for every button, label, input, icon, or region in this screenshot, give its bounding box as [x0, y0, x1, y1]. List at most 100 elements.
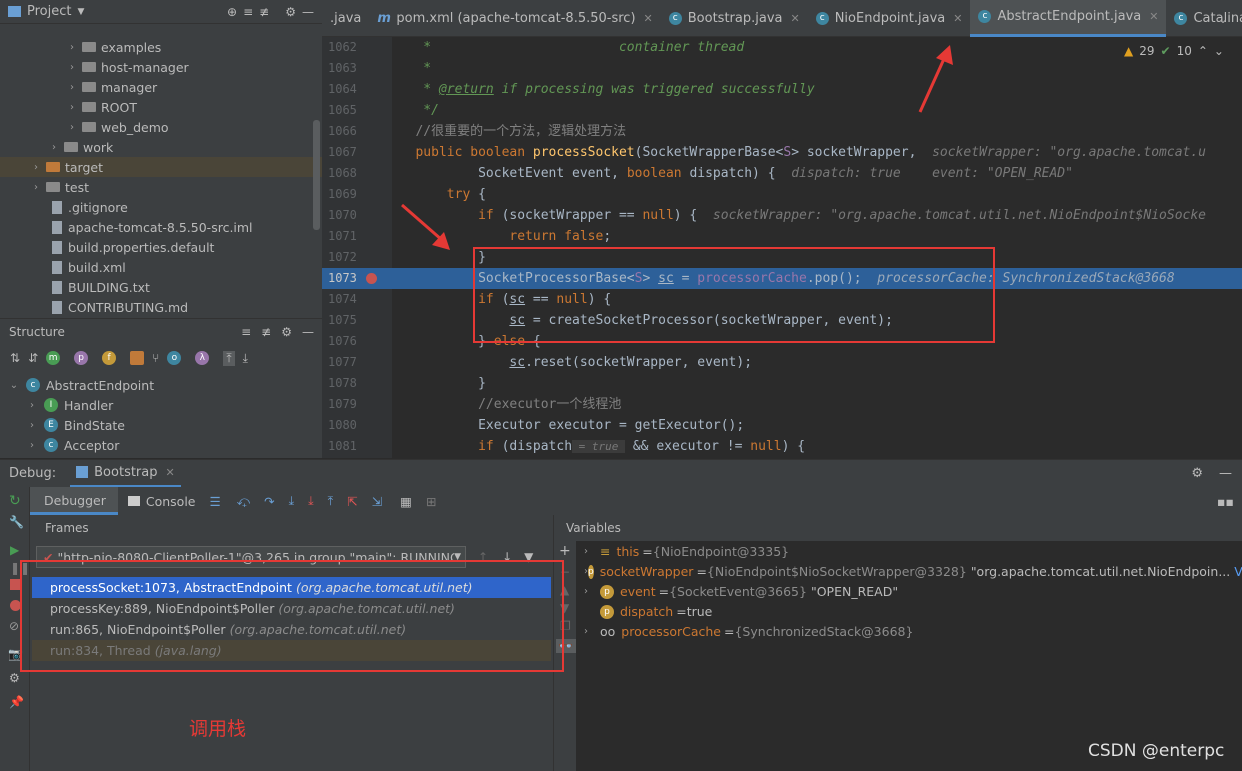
- chevron-right-icon[interactable]: ›: [26, 420, 38, 431]
- line-number[interactable]: 1078: [322, 373, 392, 394]
- show-fields-icon[interactable]: f: [102, 351, 117, 365]
- tree-item-apache-tomcat-8-5-50-src-iml[interactable]: apache-tomcat-8.5.50-src.iml: [0, 217, 322, 237]
- expand-all-icon[interactable]: ≡: [241, 325, 251, 339]
- tree-item-host-manager[interactable]: › host-manager: [0, 57, 322, 77]
- line-number[interactable]: 1079: [322, 394, 392, 415]
- tree-item-examples[interactable]: › examples: [0, 37, 322, 57]
- line-number[interactable]: 1063: [322, 58, 392, 79]
- show-inherited-icon[interactable]: m: [46, 351, 61, 365]
- tree-item-target[interactable]: › target: [0, 157, 322, 177]
- line-number[interactable]: 1075: [322, 310, 392, 331]
- tree-item-gitignore[interactable]: .gitignore: [0, 197, 322, 217]
- gear-icon[interactable]: ⚙: [281, 325, 292, 339]
- close-icon[interactable]: ✕: [953, 12, 962, 25]
- chevron-right-icon[interactable]: ›: [66, 62, 78, 73]
- run-to-cursor-icon[interactable]: ⇲: [372, 494, 382, 509]
- chevron-right-icon[interactable]: ›: [66, 82, 78, 93]
- line-number[interactable]: 1066: [322, 121, 392, 142]
- step-into-icon[interactable]: ⤓: [289, 493, 295, 509]
- line-number[interactable]: 1073: [322, 268, 392, 289]
- line-number[interactable]: 1072: [322, 247, 392, 268]
- sort-type-icon[interactable]: ⇵: [28, 351, 38, 365]
- resume-icon[interactable]: ▶: [10, 543, 29, 557]
- hierarchy-icon[interactable]: ⑂: [152, 351, 159, 365]
- minimize-icon[interactable]: —: [302, 325, 314, 339]
- layout-icon[interactable]: ▪▪: [1217, 494, 1234, 509]
- chevron-down-icon[interactable]: ⌄: [1214, 44, 1224, 58]
- close-icon[interactable]: ✕: [790, 12, 799, 25]
- chevron-right-icon[interactable]: ›: [30, 182, 42, 193]
- collapse-all-icon[interactable]: ≢: [261, 325, 271, 339]
- close-icon[interactable]: ✕: [1149, 10, 1158, 23]
- new-watch-icon[interactable]: +: [559, 543, 576, 559]
- settings-icon[interactable]: ⚙: [9, 671, 29, 685]
- expand-all-icon[interactable]: ≡: [243, 5, 253, 19]
- close-icon[interactable]: ✕: [644, 12, 653, 25]
- locate-icon[interactable]: ⊕: [227, 5, 237, 19]
- editor-tab[interactable]: c AbstractEndpoint.java ✕: [970, 0, 1167, 37]
- lambda-icon[interactable]: λ: [195, 351, 210, 365]
- evaluate-expression-icon[interactable]: ▦: [400, 494, 412, 509]
- tree-item-manager[interactable]: › manager: [0, 77, 322, 97]
- show-properties-icon[interactable]: p: [74, 351, 89, 365]
- trace-stream-icon[interactable]: ⊞: [426, 494, 436, 509]
- variable-row[interactable]: › oo processorCache = {SynchronizedStack@36…: [584, 622, 1239, 642]
- tab-overflow[interactable]: ⌄: [1218, 12, 1228, 26]
- line-number[interactable]: 1071: [322, 226, 392, 247]
- line-number[interactable]: 1076: [322, 331, 392, 352]
- line-number[interactable]: 1068: [322, 163, 392, 184]
- chevron-right-icon[interactable]: ›: [584, 622, 600, 642]
- editor-tab[interactable]: cCatalina.java✕: [1166, 0, 1242, 37]
- editor-tab[interactable]: m pom.xml (apache-tomcat-8.5.50-src) ✕: [369, 0, 660, 37]
- chevron-right-icon[interactable]: ›: [66, 42, 78, 53]
- drop-frame-icon[interactable]: ⇱: [347, 494, 357, 509]
- chevron-right-icon[interactable]: ›: [584, 582, 600, 602]
- project-title[interactable]: Project: [27, 4, 71, 19]
- chevron-right-icon[interactable]: ›: [30, 162, 42, 173]
- line-number[interactable]: 1080: [322, 415, 392, 436]
- minimize-icon[interactable]: —: [302, 5, 314, 19]
- gear-icon[interactable]: ⚙: [1191, 466, 1203, 481]
- chevron-right-icon[interactable]: ›: [66, 122, 78, 133]
- sort-alpha-icon[interactable]: ⇅: [10, 351, 20, 365]
- tree-item-web-demo[interactable]: › web_demo: [0, 117, 322, 137]
- chevron-right-icon[interactable]: ›: [66, 102, 78, 113]
- tree-item-work[interactable]: › work: [0, 137, 322, 157]
- line-number[interactable]: 1069: [322, 184, 392, 205]
- structure-item[interactable]: › c Acceptor: [0, 435, 322, 455]
- variable-row[interactable]: › p socketWrapper = {NioEndpoint$NioSocketW…: [584, 562, 1242, 582]
- run-config-tab[interactable]: Bootstrap ✕: [70, 460, 181, 488]
- chevron-down-icon[interactable]: ⌄: [8, 380, 20, 391]
- gear-icon[interactable]: ⚙: [285, 5, 296, 19]
- step-out-icon[interactable]: ⤒: [328, 493, 334, 509]
- collapse-all-icon[interactable]: ≢: [259, 5, 269, 19]
- tree-item-contributing-md[interactable]: CONTRIBUTING.md: [0, 297, 322, 317]
- show-execution-point-icon[interactable]: ⤽: [237, 493, 250, 509]
- autoscroll-to-source-icon[interactable]: ⤒: [223, 350, 235, 366]
- minimize-icon[interactable]: —: [1219, 466, 1232, 481]
- rerun-icon[interactable]: ↻: [9, 493, 29, 509]
- chevron-down-icon[interactable]: ▼: [77, 7, 84, 17]
- chevron-right-icon[interactable]: ›: [48, 142, 60, 153]
- structure-item[interactable]: › E BindState: [0, 415, 322, 435]
- line-number[interactable]: 1065: [322, 100, 392, 121]
- view-link[interactable]: View: [1234, 562, 1242, 582]
- wrench-icon[interactable]: 🔧: [9, 515, 29, 529]
- editor-tab[interactable]: .java: [322, 0, 369, 37]
- force-step-into-icon[interactable]: ⤓: [308, 493, 314, 509]
- chevron-right-icon[interactable]: ›: [26, 400, 38, 411]
- pin-icon[interactable]: 📌: [9, 695, 29, 709]
- line-number[interactable]: 1074: [322, 289, 392, 310]
- tab-console[interactable]: Console: [146, 494, 196, 509]
- structure-item[interactable]: ⌄ c AbstractEndpoint: [0, 375, 322, 395]
- autoscroll-from-source-icon[interactable]: ⤓: [243, 351, 248, 366]
- line-number[interactable]: 1070: [322, 205, 392, 226]
- line-number[interactable]: 1081: [322, 436, 392, 457]
- line-number[interactable]: 1077: [322, 352, 392, 373]
- tree-item-root[interactable]: › ROOT: [0, 97, 322, 117]
- line-number[interactable]: 1062: [322, 37, 392, 58]
- tree-item-build-properties-default[interactable]: build.properties.default: [0, 237, 322, 257]
- chevron-right-icon[interactable]: ›: [26, 440, 38, 451]
- tab-debugger[interactable]: Debugger: [30, 487, 118, 515]
- breakpoint-icon[interactable]: [366, 273, 377, 284]
